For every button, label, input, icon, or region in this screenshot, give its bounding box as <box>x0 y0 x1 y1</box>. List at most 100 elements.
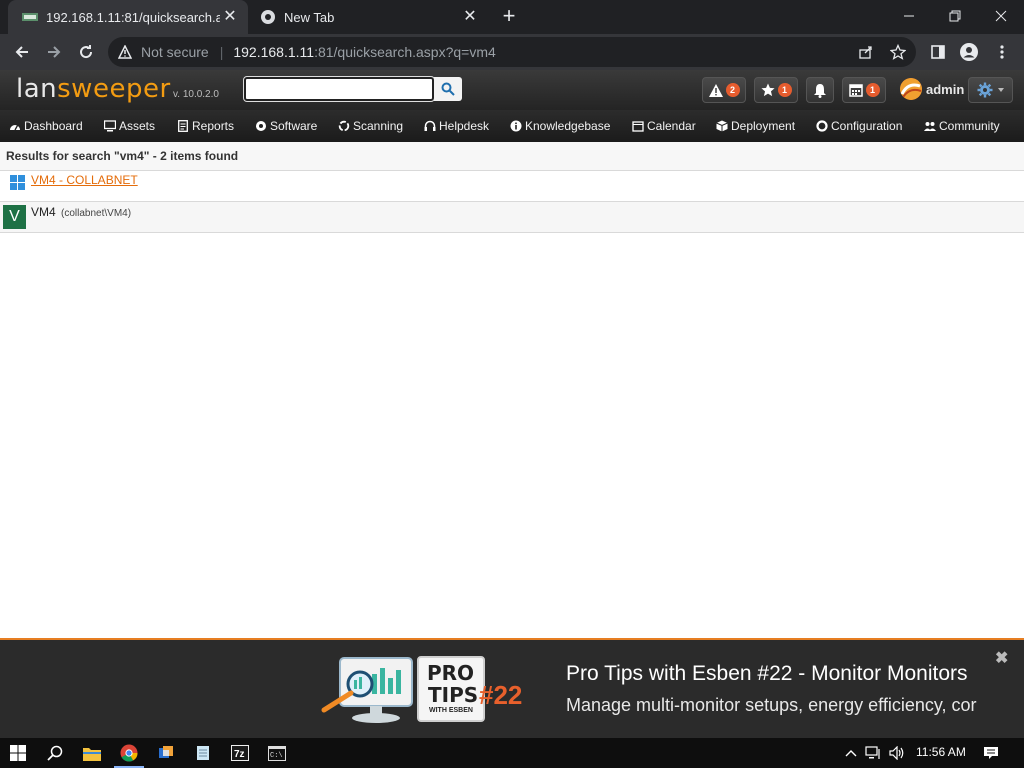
nav-label: Configuration <box>831 119 903 133</box>
tab-quicksearch[interactable]: 192.168.1.11:81/quicksearch.aspx ✕ <box>8 0 248 34</box>
nav-label: Software <box>270 119 318 133</box>
back-button[interactable] <box>8 38 36 66</box>
search-icon[interactable] <box>44 742 66 764</box>
settings-button[interactable] <box>968 77 1013 103</box>
windows-start-icon[interactable] <box>7 742 29 764</box>
device-letter-icon: V <box>3 205 26 229</box>
alerts-button[interactable]: 2 <box>702 77 746 103</box>
item-name: VM4 <box>31 205 56 219</box>
nav-label: Community <box>939 119 1000 133</box>
address-bar[interactable]: Not secure | 192.168.1.11 :81/quicksearc… <box>108 37 916 67</box>
reload-button[interactable] <box>72 38 100 66</box>
notifications-button[interactable] <box>806 77 834 103</box>
chevron-down-icon <box>998 88 1004 92</box>
url-path: :81/quicksearch.aspx?q=vm4 <box>314 44 496 60</box>
result-row <box>0 202 1024 233</box>
result-item-name[interactable]: VM4 (collabnet\VM4) <box>31 205 131 219</box>
nav-calendar[interactable]: Calendar <box>632 117 696 135</box>
nav-label: Knowledgebase <box>525 119 611 133</box>
asset-link[interactable]: VM4 - COLLABNET <box>31 173 138 187</box>
network-icon[interactable] <box>862 742 884 764</box>
calendar-button[interactable]: 1 <box>842 77 886 103</box>
nav-reports[interactable]: Reports <box>177 117 234 135</box>
nav-helpdesk[interactable]: Helpdesk <box>424 117 489 135</box>
more-menu-icon[interactable] <box>988 38 1016 66</box>
lansweeper-logo[interactable]: lansweeper <box>16 74 171 104</box>
minimize-button[interactable] <box>886 0 932 32</box>
gear-icon <box>816 120 828 132</box>
refresh-icon <box>338 120 350 132</box>
dashboard-icon <box>9 120 21 132</box>
result-row <box>0 171 1024 202</box>
command-prompt-icon[interactable]: C:\ <box>266 742 288 764</box>
svg-text:7z: 7z <box>234 749 245 760</box>
lansweeper-favicon <box>22 11 38 23</box>
nav-label: Calendar <box>647 119 696 133</box>
forward-button[interactable] <box>40 38 68 66</box>
close-icon[interactable]: ✕ <box>462 9 478 25</box>
search-button[interactable] <box>434 77 462 101</box>
monitor-illustration-icon <box>320 656 416 726</box>
protips-logo-number: #22 <box>479 680 523 710</box>
bell-icon <box>813 83 827 98</box>
star-icon <box>760 83 775 97</box>
logo-text-right: sweeper <box>57 74 171 104</box>
nav-label: Assets <box>119 119 156 133</box>
tab-title: New Tab <box>284 9 335 25</box>
nav-knowledgebase[interactable]: Knowledgebase <box>510 117 610 135</box>
nav-deployment[interactable]: Deployment <box>716 117 795 135</box>
file-explorer-icon[interactable] <box>81 742 103 764</box>
app-version: v. 10.0.2.0 <box>173 89 219 100</box>
close-icon[interactable]: ✕ <box>222 9 238 25</box>
notifications-icon[interactable] <box>980 742 1002 764</box>
nav-label: Helpdesk <box>439 119 490 133</box>
security-label[interactable]: Not secure <box>141 44 209 60</box>
user-name[interactable]: admin <box>926 82 964 97</box>
quick-search-input[interactable] <box>243 76 435 102</box>
nav-community[interactable]: Community <box>924 117 1000 135</box>
chrome-icon[interactable] <box>118 742 140 764</box>
warning-icon <box>708 83 723 97</box>
tab-title: 192.168.1.11:81/quicksearch.aspx <box>46 9 220 25</box>
chrome-icon <box>260 9 276 25</box>
favorites-badge: 1 <box>777 83 792 97</box>
headset-icon <box>424 120 436 132</box>
bookmark-star-icon[interactable] <box>884 38 912 66</box>
close-window-button[interactable] <box>978 0 1024 32</box>
user-avatar[interactable] <box>900 78 922 100</box>
nav-scanning[interactable]: Scanning <box>338 117 403 135</box>
results-header: Results for search "vm4" - 2 items found <box>0 142 1024 171</box>
nav-label: Deployment <box>731 119 796 133</box>
close-icon[interactable]: ✖ <box>995 648 1008 668</box>
browser-tab-bar: 192.168.1.11:81/quicksearch.aspx ✕ New T… <box>0 0 1024 34</box>
side-panel-icon[interactable] <box>924 38 952 66</box>
protips-logo-line2: TIPS <box>428 683 479 707</box>
nav-assets[interactable]: Assets <box>104 117 155 135</box>
software-icon <box>255 120 267 132</box>
monitor-icon <box>104 120 116 132</box>
banner-title[interactable]: Pro Tips with Esben #22 - Monitor Monito… <box>566 662 968 686</box>
restore-button[interactable] <box>932 0 978 32</box>
app-icon[interactable] <box>155 742 177 764</box>
search-icon <box>441 82 455 96</box>
nav-label: Scanning <box>353 119 404 133</box>
taskbar-clock[interactable]: 11:56 AM <box>916 745 966 759</box>
package-icon <box>716 120 728 132</box>
nav-dashboard[interactable]: Dashboard <box>9 117 83 135</box>
nav-configuration[interactable]: Configuration <box>816 117 902 135</box>
gear-icon <box>977 82 993 98</box>
7zip-icon[interactable]: 7z <box>229 742 251 764</box>
profile-icon[interactable] <box>955 38 983 66</box>
tab-new-tab[interactable]: New Tab ✕ <box>248 0 488 34</box>
favorites-button[interactable]: 1 <box>754 77 798 103</box>
item-domain-path: (collabnet\VM4) <box>61 208 132 219</box>
notepad-icon[interactable] <box>192 742 214 764</box>
protips-logo-with: WITH ESBEN <box>429 707 473 714</box>
new-tab-button[interactable]: + <box>498 5 520 28</box>
chevron-up-icon[interactable] <box>840 742 862 764</box>
url-separator: | <box>219 44 224 60</box>
nav-software[interactable]: Software <box>255 117 317 135</box>
share-icon[interactable] <box>852 38 880 66</box>
volume-icon[interactable] <box>886 742 908 764</box>
warning-icon[interactable] <box>118 45 132 59</box>
